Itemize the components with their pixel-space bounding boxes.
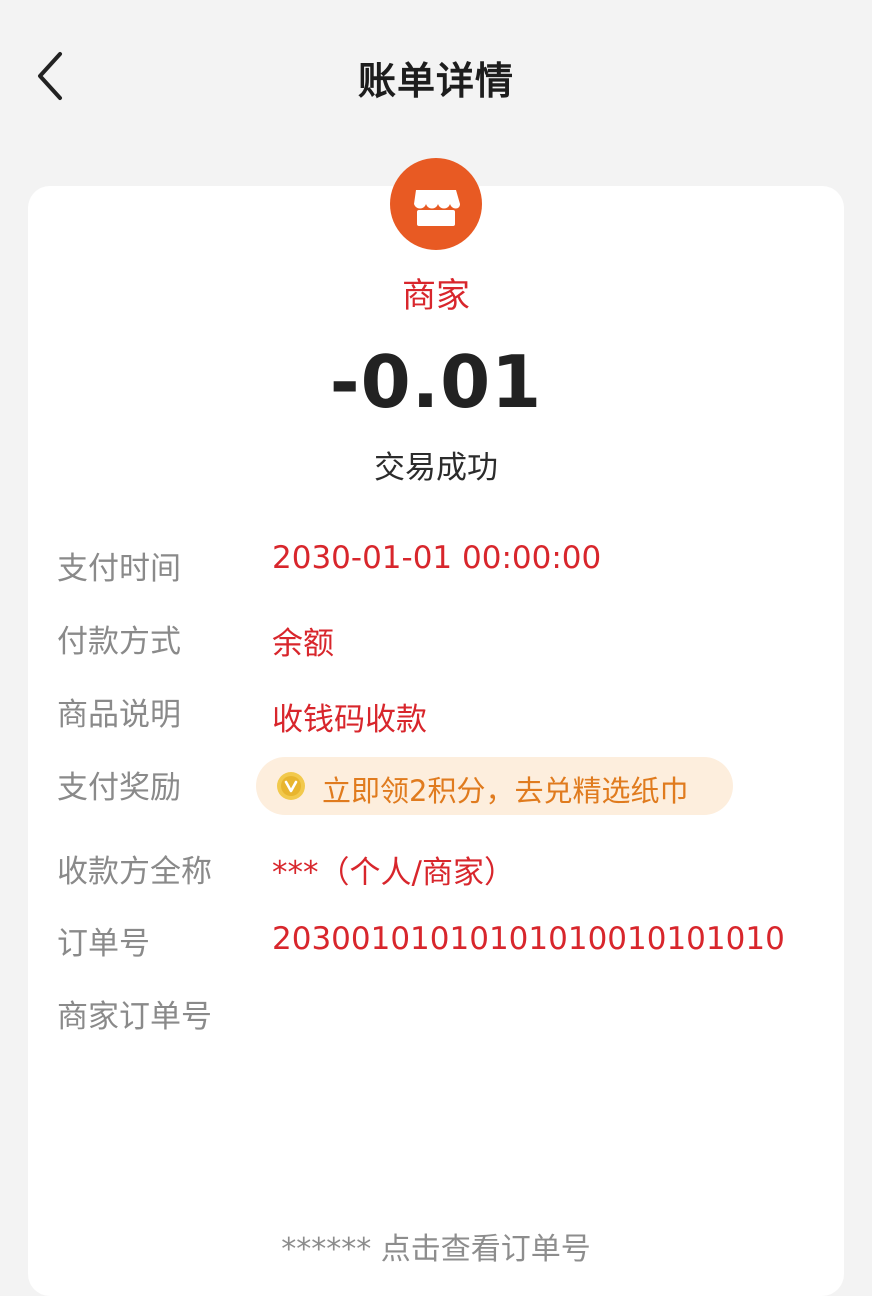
view-order-number-link[interactable]: ****** 点击查看订单号	[0, 1224, 872, 1268]
payee-name-label: 收款方全称	[57, 854, 212, 890]
payee-name-value: ***（个人/商家）	[272, 855, 515, 891]
pay-time-label: 支付时间	[57, 551, 181, 587]
merchant-order-no-label: 商家订单号	[57, 999, 212, 1035]
pay-reward-label: 支付奖励	[57, 770, 181, 806]
pay-reward-text: 立即领2积分，去兑精选纸巾	[322, 774, 689, 808]
goods-desc-value: 收钱码收款	[272, 702, 427, 738]
goods-desc-label: 商品说明	[57, 697, 181, 733]
transaction-status: 交易成功	[374, 450, 498, 486]
order-no-label: 订单号	[57, 926, 150, 962]
pay-time-value: 2030-01-01 00:00:00	[272, 540, 602, 576]
merchant-avatar	[390, 158, 482, 250]
store-icon	[414, 190, 460, 226]
merchant-name: 商家	[402, 276, 470, 316]
transaction-amount: -0.01	[329, 340, 543, 424]
pay-method-label: 付款方式	[57, 624, 181, 660]
header: 账单详情	[0, 0, 872, 150]
pay-reward-button[interactable]: 立即领2积分，去兑精选纸巾	[256, 757, 733, 815]
order-no-value: 20300101010101010010101010	[272, 921, 785, 957]
page-title: 账单详情	[357, 59, 514, 103]
coin-icon	[277, 772, 305, 800]
pay-method-value: 余额	[272, 626, 334, 662]
